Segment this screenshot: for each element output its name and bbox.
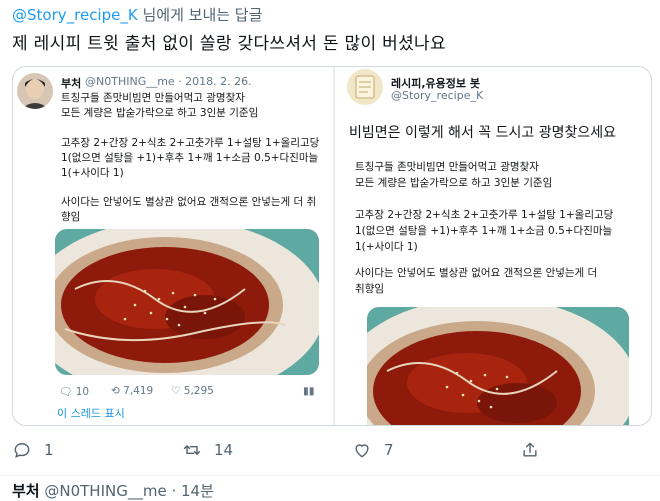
reply-mention-link[interactable]: @Story_recipe_K — [12, 6, 138, 24]
next-tweet-handle: @N0THING__me · 14분 — [39, 482, 214, 500]
next-tweet-name: 부처 — [12, 482, 40, 500]
retweet-button[interactable]: 14 — [182, 436, 233, 464]
like-count: 7 — [384, 441, 394, 459]
left-quote-line: 트칭구들 존맛비빔면 만들어먹고 광명찾자 — [61, 92, 245, 104]
retweet-icon — [183, 445, 201, 455]
right-quote-line: 고추장 2+간장 2+식초 2+고춧가루 1+설탕 1+올리고당 — [355, 209, 614, 221]
left-quote-line: 고추장 2+간장 2+식초 2+고춧가루 1+설탕 1+올리고당 — [61, 137, 320, 149]
right-quote-handle: @Story_recipe_K — [391, 89, 484, 102]
left-quote-line: 모든 계량은 밥숟가락으로 하고 3인분 기준임 — [61, 107, 259, 119]
left-reply-stat[interactable]: 🗨 10 — [59, 385, 89, 398]
reply-icon: 🗨 — [59, 386, 73, 398]
right-quote-line: 취향임 — [355, 283, 384, 295]
reply-suffix: 님에게 보내는 답글 — [137, 6, 263, 24]
reply-count: 1 — [44, 441, 54, 459]
share-button[interactable] — [520, 436, 540, 464]
retweet-count: 14 — [214, 441, 234, 459]
tweet-media[interactable]: 부처 @N0THING__me · 2018. 2. 26. 트칭구들 존맛비빔… — [12, 66, 652, 426]
show-thread-link[interactable]: 이 스레드 표시 — [57, 405, 125, 421]
right-quote-line: 1(없으면 설탕을 +1)+후추 1+깨 1+소금 0.5+다진마늘 — [355, 225, 613, 237]
replying-to-line: @Story_recipe_K 님에게 보내는 답글 — [12, 4, 262, 25]
media-image-right[interactable]: 레시피,유용정보 봇 @Story_recipe_K 비빔면은 이렇게 해서 꼭… — [335, 67, 651, 425]
reply-icon — [14, 443, 30, 458]
tweet-action-bar: 1 14 7 — [0, 436, 660, 464]
left-quote-line: 사이다는 안넣어도 별상관 없어요 갠적으론 안넣는게 더 취 — [61, 196, 317, 208]
left-reply-count: 10 — [75, 386, 90, 398]
retweet-icon: ⟲ — [111, 385, 120, 397]
right-quote-line: 1(+사이다 1) — [355, 241, 418, 253]
left-quote-name: 부처 — [61, 77, 82, 90]
right-quote-line: 트칭구들 존맛비빔면 만들어먹고 광명찾자 — [355, 161, 539, 173]
left-quote-handle-date: @N0THING__me · 2018. 2. 26. — [85, 75, 252, 88]
next-tweet-header[interactable]: 부처 @N0THING__me · 14분 — [12, 480, 214, 501]
like-button[interactable]: 7 — [352, 436, 394, 464]
left-retweet-count: 7,419 — [123, 385, 154, 397]
heart-icon: ♡ — [171, 385, 181, 397]
left-quote-line: 1(없으면 설탕을 +1)+후추 1+깨 1+소금 0.5+다진마늘 — [61, 152, 319, 164]
right-avatar — [347, 69, 383, 105]
right-quote-line: 모든 계량은 밥숟가락으로 하고 3인분 기준임 — [355, 177, 553, 189]
left-food-photo — [55, 229, 319, 375]
tweet-text: 제 레시피 트윗 출처 없이 쏠랑 갖다쓰셔서 돈 많이 버셨나요 — [12, 34, 446, 54]
left-avatar — [17, 73, 53, 109]
left-quote-line: 1(+사이다 1) — [61, 167, 124, 179]
left-analytics-icon[interactable]: ▮▮ — [303, 385, 315, 397]
left-like-stat[interactable]: ♡ 5,295 — [171, 385, 214, 397]
left-retweet-stat[interactable]: ⟲ 7,419 — [111, 385, 153, 397]
media-image-left[interactable]: 부처 @N0THING__me · 2018. 2. 26. 트칭구들 존맛비빔… — [13, 67, 333, 425]
right-quote-line: 사이다는 안넣어도 별상관 없어요 갠적으론 안넣는게 더 — [355, 267, 598, 279]
right-food-photo — [367, 307, 629, 425]
reply-button[interactable]: 1 — [12, 436, 54, 464]
left-quote-line: 향임 — [61, 211, 81, 223]
heart-icon — [355, 444, 369, 458]
tweet-separator — [0, 475, 660, 476]
right-quote-headline: 비빔면은 이렇게 해서 꼭 드시고 광명찾으세요 — [349, 125, 616, 141]
share-icon — [523, 442, 537, 457]
left-like-count: 5,295 — [183, 385, 214, 397]
